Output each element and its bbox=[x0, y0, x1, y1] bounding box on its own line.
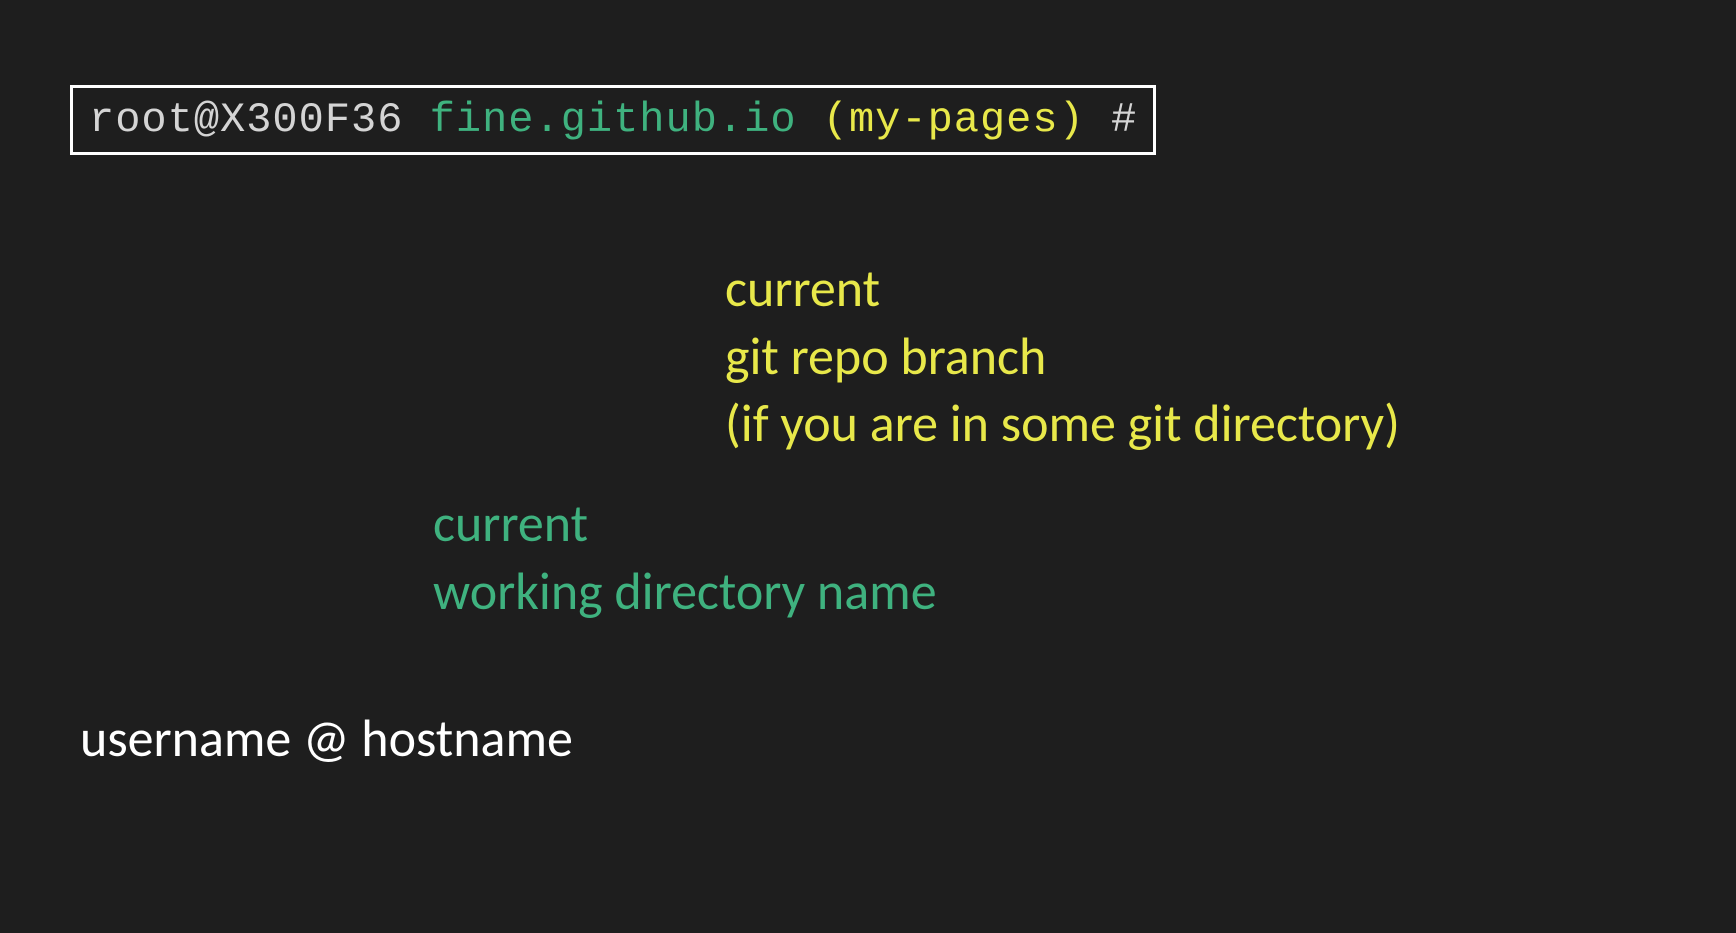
prompt-suffix: # bbox=[1111, 96, 1137, 144]
directory-annotation-line2: working directory name bbox=[433, 558, 937, 626]
prompt-repo: fine.github.io bbox=[430, 96, 797, 144]
userhost-annotation: username @ hostname bbox=[80, 705, 573, 773]
terminal-prompt-box: root@X300F36 fine.github.io (my-pages) # bbox=[70, 85, 1156, 155]
branch-annotation: current git repo branch (if you are in s… bbox=[725, 255, 1400, 458]
prompt-user-host: root@X300F36 bbox=[89, 96, 403, 144]
directory-annotation-line1: current bbox=[433, 490, 937, 558]
prompt-branch: (my-pages) bbox=[823, 96, 1085, 144]
userhost-annotation-line1: username @ hostname bbox=[80, 705, 573, 773]
directory-annotation: current working directory name bbox=[433, 490, 937, 625]
branch-annotation-line1: current bbox=[725, 255, 1400, 323]
branch-annotation-line3: (if you are in some git directory) bbox=[725, 390, 1400, 458]
branch-annotation-line2: git repo branch bbox=[725, 323, 1400, 391]
